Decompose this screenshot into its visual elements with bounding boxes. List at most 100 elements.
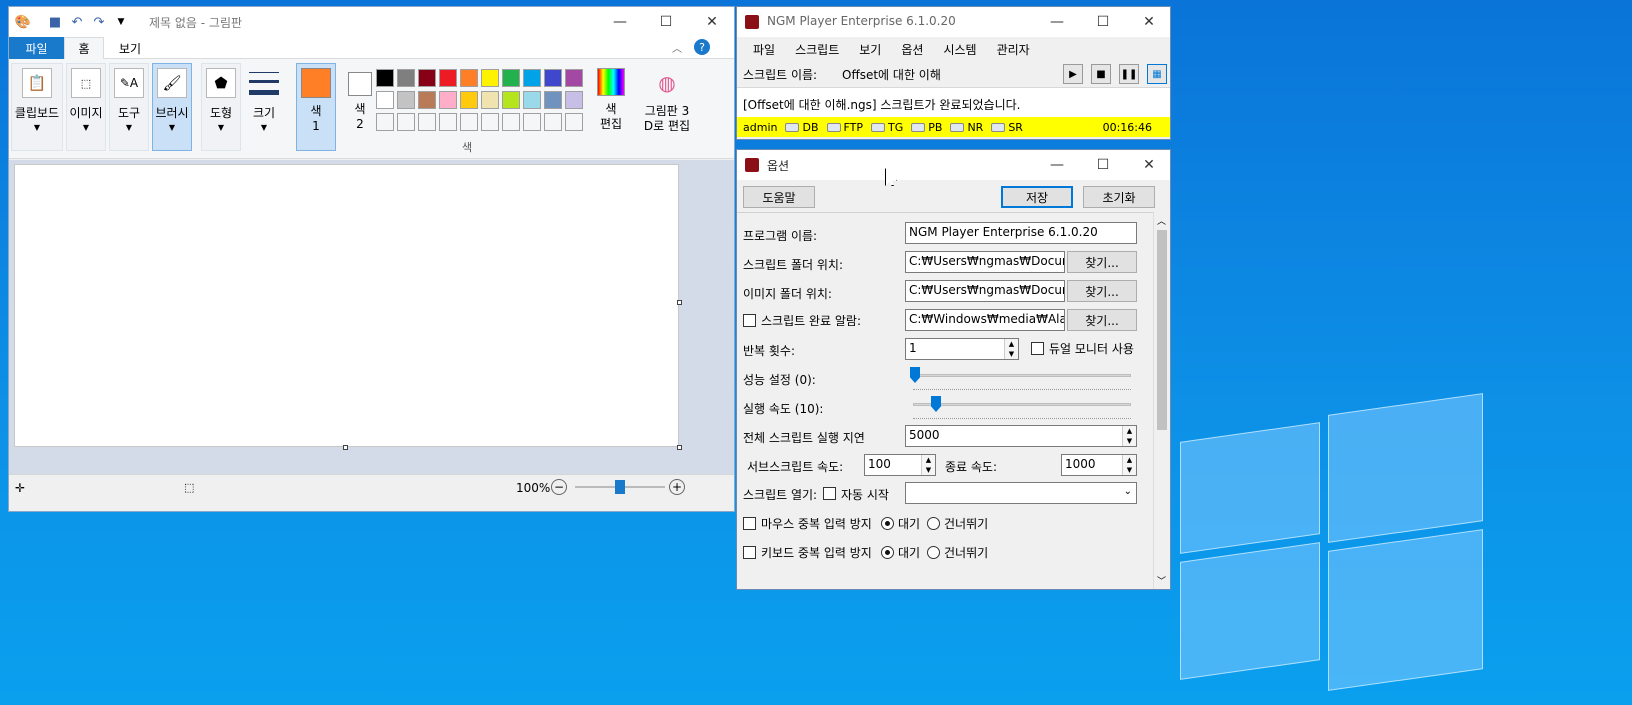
performance-slider-thumb[interactable] — [910, 367, 920, 383]
palette-color-swatch[interactable] — [544, 69, 562, 87]
speed-slider-thumb[interactable] — [931, 396, 941, 412]
palette-color-swatch[interactable] — [418, 113, 436, 131]
ngm-close-button[interactable]: ✕ — [1126, 7, 1172, 37]
palette-color-swatch[interactable] — [565, 91, 583, 109]
redo-icon[interactable]: ↷ — [91, 14, 107, 30]
mouse-skip-radio[interactable] — [927, 517, 940, 530]
palette-color-swatch[interactable] — [565, 113, 583, 131]
tab-file[interactable]: 파일 — [9, 37, 64, 59]
resize-handle-corner[interactable] — [677, 445, 682, 450]
resize-handle-bottom[interactable] — [343, 445, 348, 450]
color2-button[interactable]: 색 2 — [340, 63, 380, 151]
options-maximize-button[interactable]: ☐ — [1080, 150, 1126, 180]
resize-handle-right[interactable] — [677, 300, 682, 305]
menu-view[interactable]: 보기 — [849, 37, 891, 59]
palette-color-swatch[interactable] — [376, 69, 394, 87]
performance-slider[interactable] — [913, 374, 1131, 377]
color1-button[interactable]: 색 1 — [296, 63, 336, 151]
drawing-canvas[interactable] — [14, 164, 679, 447]
brush-group[interactable]: 🖌 브러시 ▼ — [152, 63, 192, 151]
palette-color-swatch[interactable] — [397, 91, 415, 109]
palette-color-swatch[interactable] — [502, 113, 520, 131]
edit-colors-button[interactable]: 색 편집 — [593, 63, 629, 151]
size-group[interactable]: 크기 ▼ — [244, 63, 284, 151]
options-minimize-button[interactable]: — — [1034, 150, 1080, 180]
collapse-ribbon-icon[interactable]: ︿ — [672, 40, 682, 55]
palette-color-swatch[interactable] — [565, 69, 583, 87]
palette-color-swatch[interactable] — [523, 113, 541, 131]
grid-icon[interactable]: ▦ — [1147, 64, 1167, 84]
customize-chevron-icon[interactable]: ▼ — [113, 14, 129, 30]
script-folder-browse-button[interactable]: 찾기... — [1067, 251, 1137, 273]
spin-arrows-icon[interactable]: ▲ ▼ — [1122, 426, 1136, 446]
palette-color-swatch[interactable] — [502, 91, 520, 109]
reset-button[interactable]: 초기화 — [1083, 186, 1155, 208]
menu-system[interactable]: 시스템 — [933, 37, 986, 59]
palette-color-swatch[interactable] — [376, 91, 394, 109]
help-button[interactable]: 도움말 — [743, 186, 815, 208]
palette-color-swatch[interactable] — [439, 69, 457, 87]
menu-options[interactable]: 옵션 — [891, 37, 933, 59]
alarm-checkbox[interactable] — [743, 314, 756, 327]
ngm-minimize-button[interactable]: — — [1034, 7, 1080, 37]
scroll-down-icon[interactable]: ﹀ — [1157, 574, 1166, 587]
keyboard-dup-checkbox[interactable] — [743, 546, 756, 559]
mouse-dup-checkbox[interactable] — [743, 517, 756, 530]
alarm-browse-button[interactable]: 찾기... — [1067, 309, 1137, 331]
paint3d-button[interactable]: ◍ 그림판 3 D로 편집 — [637, 63, 697, 151]
menu-admin[interactable]: 관리자 — [987, 37, 1040, 59]
keyboard-skip-radio[interactable] — [927, 546, 940, 559]
dual-monitor-checkbox[interactable] — [1031, 342, 1044, 355]
options-scrollbar[interactable]: ︿ ﹀ — [1153, 212, 1170, 589]
speed-slider[interactable] — [913, 403, 1131, 406]
palette-color-swatch[interactable] — [418, 91, 436, 109]
tab-home[interactable]: 홈 — [64, 37, 104, 59]
palette-color-swatch[interactable] — [481, 113, 499, 131]
scroll-up-icon[interactable]: ︿ — [1157, 214, 1166, 227]
image-folder-browse-button[interactable]: 찾기... — [1067, 280, 1137, 302]
autostart-checkbox[interactable] — [823, 487, 836, 500]
pause-icon[interactable]: ❚❚ — [1119, 64, 1139, 84]
paint-close-button[interactable]: ✕ — [689, 7, 735, 37]
repeat-stepper[interactable]: 1 ▲ ▼ — [905, 338, 1019, 360]
play-icon[interactable]: ▶ — [1063, 64, 1083, 84]
ngm-maximize-button[interactable]: ☐ — [1080, 7, 1126, 37]
palette-color-swatch[interactable] — [460, 69, 478, 87]
help-icon[interactable]: ? — [694, 39, 710, 55]
palette-color-swatch[interactable] — [481, 91, 499, 109]
open-script-dropdown[interactable]: ⌄ — [905, 482, 1137, 504]
stop-icon[interactable]: ■ — [1091, 64, 1111, 84]
palette-color-swatch[interactable] — [439, 91, 457, 109]
menu-file[interactable]: 파일 — [743, 37, 785, 59]
palette-color-swatch[interactable] — [481, 69, 499, 87]
palette-color-swatch[interactable] — [397, 69, 415, 87]
program-name-field[interactable]: NGM Player Enterprise 6.1.0.20 — [905, 222, 1137, 244]
zoom-in-button[interactable]: + — [669, 479, 685, 495]
palette-color-swatch[interactable] — [502, 69, 520, 87]
sub-speed-stepper[interactable]: 100 ▲ ▼ — [864, 454, 936, 476]
tools-group[interactable]: ✎A 도구 ▼ — [109, 63, 149, 151]
image-group[interactable]: ⬚ 이미지 ▼ — [66, 63, 106, 151]
scrollbar-thumb[interactable] — [1157, 230, 1167, 430]
shapes-group[interactable]: ⬟ 도형 ▼ — [201, 63, 241, 151]
palette-color-swatch[interactable] — [523, 69, 541, 87]
image-folder-field[interactable]: C:₩Users₩ngmas₩Docume — [905, 280, 1065, 302]
save-button[interactable]: 저장 — [1001, 186, 1073, 208]
palette-color-swatch[interactable] — [460, 91, 478, 109]
paint-maximize-button[interactable]: ☐ — [643, 7, 689, 37]
palette-color-swatch[interactable] — [544, 113, 562, 131]
spin-arrows-icon[interactable]: ▲ ▼ — [1004, 339, 1018, 359]
palette-color-swatch[interactable] — [397, 113, 415, 131]
palette-color-swatch[interactable] — [439, 113, 457, 131]
script-folder-field[interactable]: C:₩Users₩ngmas₩Docume — [905, 251, 1065, 273]
alarm-field[interactable]: C:₩Windows₩media₩Alarn — [905, 309, 1065, 331]
spin-arrows-icon[interactable]: ▲ ▼ — [1122, 455, 1136, 475]
tab-view[interactable]: 보기 — [110, 37, 150, 59]
paint-minimize-button[interactable]: — — [597, 7, 643, 37]
clipboard-group[interactable]: 📋 클립보드 ▼ — [11, 63, 63, 151]
palette-color-swatch[interactable] — [376, 113, 394, 131]
save-icon[interactable]: ■ — [47, 14, 63, 30]
delay-stepper[interactable]: 5000 ▲ ▼ — [905, 425, 1137, 447]
keyboard-wait-radio[interactable] — [881, 546, 894, 559]
spin-arrows-icon[interactable]: ▲ ▼ — [921, 455, 935, 475]
